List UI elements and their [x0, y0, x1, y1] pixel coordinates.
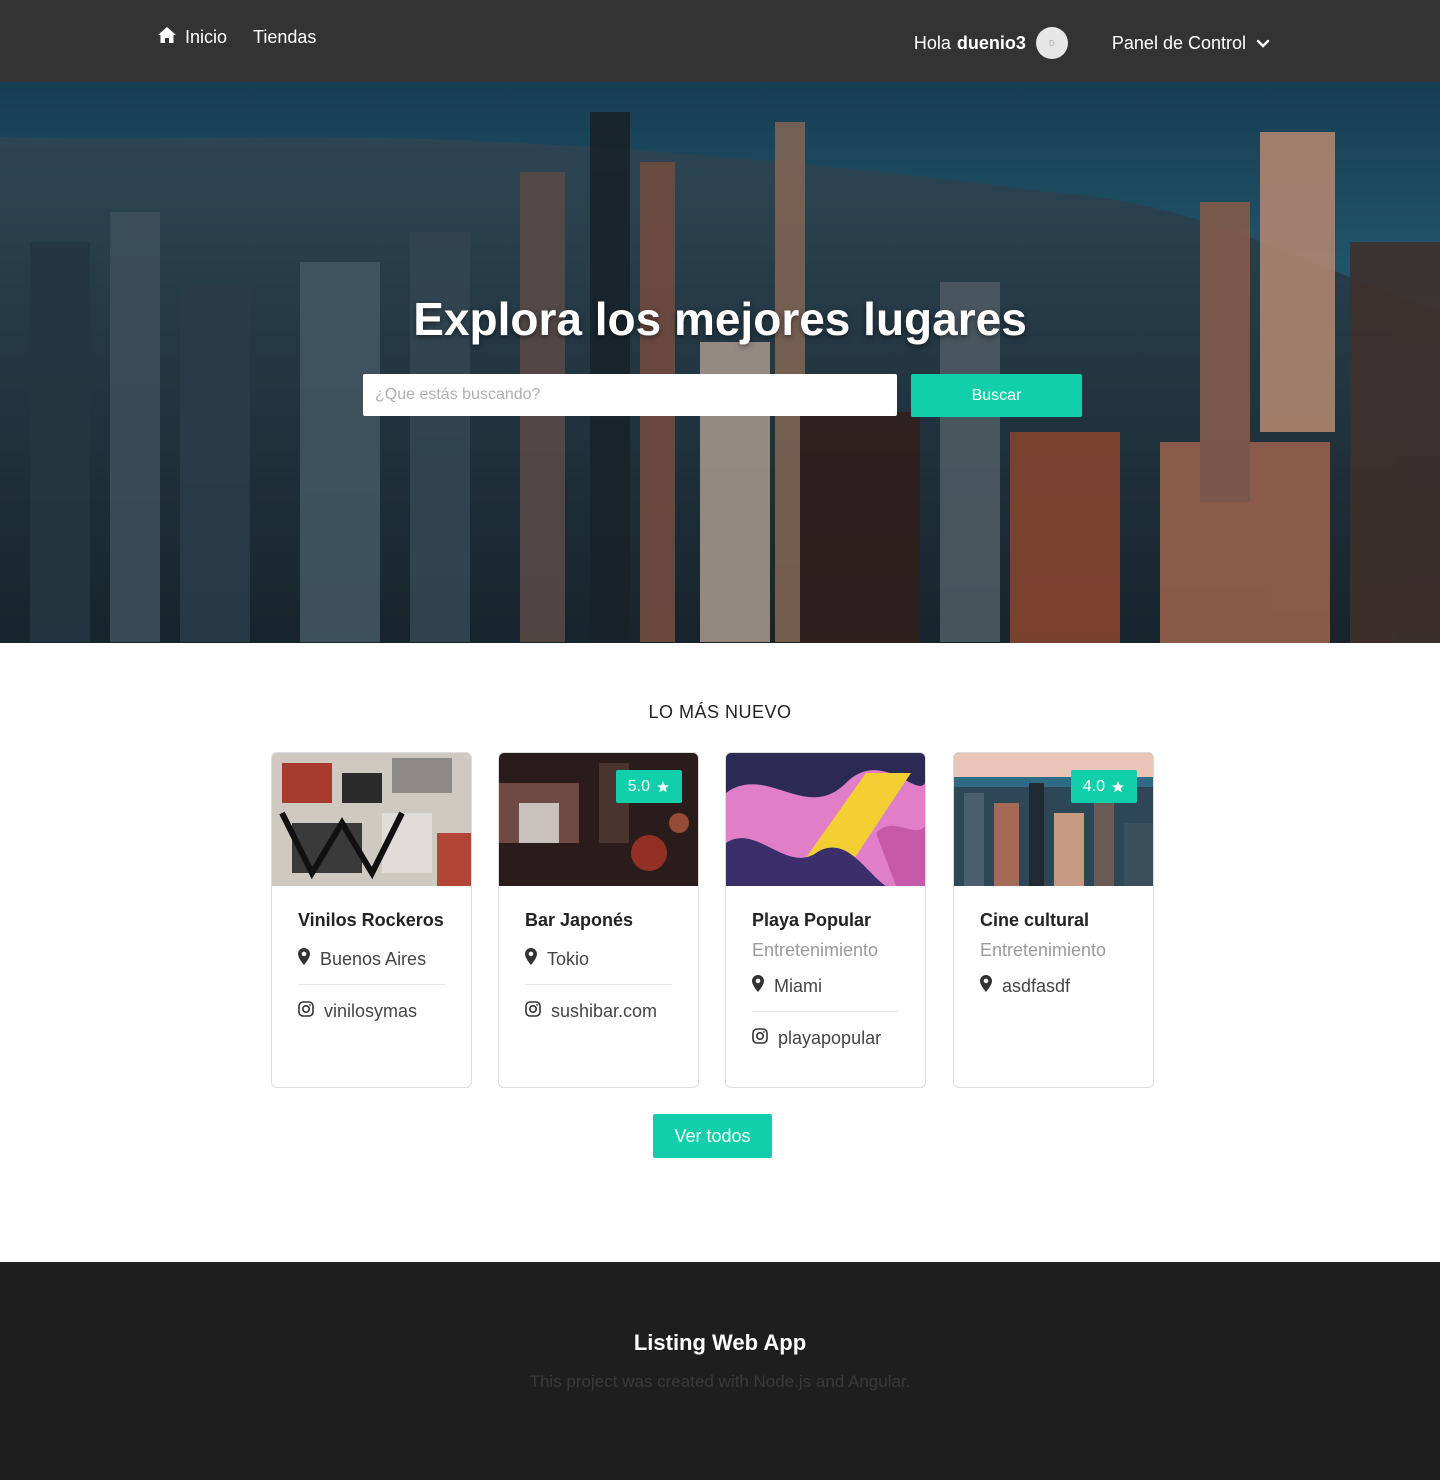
nav-stores-link[interactable]: Tiendas [253, 27, 316, 48]
avatar[interactable]: D [1035, 27, 1068, 59]
map-marker-icon [752, 975, 764, 997]
home-icon [157, 26, 177, 49]
graffiti-image [272, 753, 471, 886]
greeting-prefix: Hola [913, 32, 951, 53]
star-icon [1111, 780, 1125, 794]
card-location-text: asdfasdf [1002, 975, 1071, 996]
section-title: LO MÁS NUEVO [648, 702, 792, 722]
search-input[interactable] [363, 374, 897, 416]
card-instagram-text: vinilosymas [324, 1001, 418, 1021]
search-button[interactable]: Buscar [911, 374, 1082, 417]
card-divider [525, 984, 672, 985]
rating-badge: 5.0 [615, 770, 682, 803]
user-greeting: Hola duenio3 [914, 33, 1026, 54]
card-location-text: Buenos Aires [320, 948, 427, 969]
card-location: Tokio [525, 948, 672, 970]
card-image [272, 753, 471, 886]
listing-card[interactable]: Vinilos Rockeros Buenos Aires vinilosyma… [271, 752, 472, 1088]
card-image [726, 753, 925, 886]
username: duenio3 [956, 32, 1026, 53]
rating-value: 4.0 [1082, 777, 1105, 795]
map-marker-icon [298, 948, 310, 970]
avatar-initial: D [1049, 38, 1055, 48]
instagram-icon [525, 1001, 541, 1022]
card-name: Vinilos Rockeros [298, 910, 444, 930]
nav-left: Inicio Tiendas [157, 26, 316, 49]
card-location: asdfasdf [980, 975, 1127, 997]
rating-value: 5.0 [627, 777, 650, 795]
nav-home-label: Inicio [185, 27, 228, 47]
listing-card[interactable]: 4.0 Cine cultural Entretenimiento asdfas… [953, 752, 1154, 1088]
rating-badge: 4.0 [1070, 770, 1137, 803]
card-name: Bar Japonés [525, 910, 634, 930]
star-icon [656, 780, 670, 794]
card-instagram-text: sushibar.com [551, 1001, 658, 1021]
abstract-art-image [726, 753, 925, 886]
card-divider [298, 984, 445, 985]
card-image: 5.0 [499, 753, 698, 886]
card-location: Buenos Aires [298, 948, 445, 970]
card-instagram[interactable]: sushibar.com [525, 1001, 672, 1022]
card-instagram[interactable]: playapopular [752, 1028, 899, 1049]
card-category: Entretenimiento [980, 940, 1107, 960]
listing-card[interactable]: 5.0 Bar Japonés Tokio sushibar.com [498, 752, 699, 1088]
hero-title: Explora los mejores lugares [413, 293, 1027, 345]
card-divider [752, 1011, 899, 1012]
card-name: Playa Popular [752, 910, 872, 930]
nav-right: Hola duenio3 D Panel de Control [914, 27, 1270, 59]
card-image: 4.0 [954, 753, 1153, 886]
instagram-icon [752, 1028, 768, 1049]
card-location-text: Tokio [547, 948, 590, 969]
hero: Explora los mejores lugares Buscar [0, 82, 1440, 643]
footer-title: Listing Web App [633, 1330, 807, 1355]
card-name: Cine cultural [980, 910, 1090, 930]
chevron-down-icon [1256, 33, 1270, 54]
map-marker-icon [980, 975, 992, 997]
instagram-icon [298, 1001, 314, 1022]
view-all-button[interactable]: Ver todos [653, 1114, 772, 1158]
panel-dropdown[interactable]: Panel de Control [1112, 33, 1270, 54]
card-instagram[interactable]: vinilosymas [298, 1001, 445, 1022]
listing-card[interactable]: Playa Popular Entretenimiento Miami play… [725, 752, 926, 1088]
card-location-text: Miami [774, 975, 822, 996]
footer: Listing Web App This project was created… [0, 1262, 1440, 1480]
nav-home-link[interactable]: Inicio [157, 26, 227, 49]
panel-label: Panel de Control [1111, 32, 1246, 53]
card-category: Entretenimiento [752, 940, 879, 960]
nav-stores-label: Tiendas [253, 27, 317, 47]
navbar: Inicio Tiendas Hola duenio3 D Panel de C… [0, 0, 1440, 82]
card-instagram-text: playapopular [778, 1028, 882, 1048]
card-location: Miami [752, 975, 899, 997]
footer-subtitle: This project was created with Node.js an… [529, 1372, 911, 1391]
map-marker-icon [525, 948, 537, 970]
hero-cityscape-image [0, 82, 1440, 643]
